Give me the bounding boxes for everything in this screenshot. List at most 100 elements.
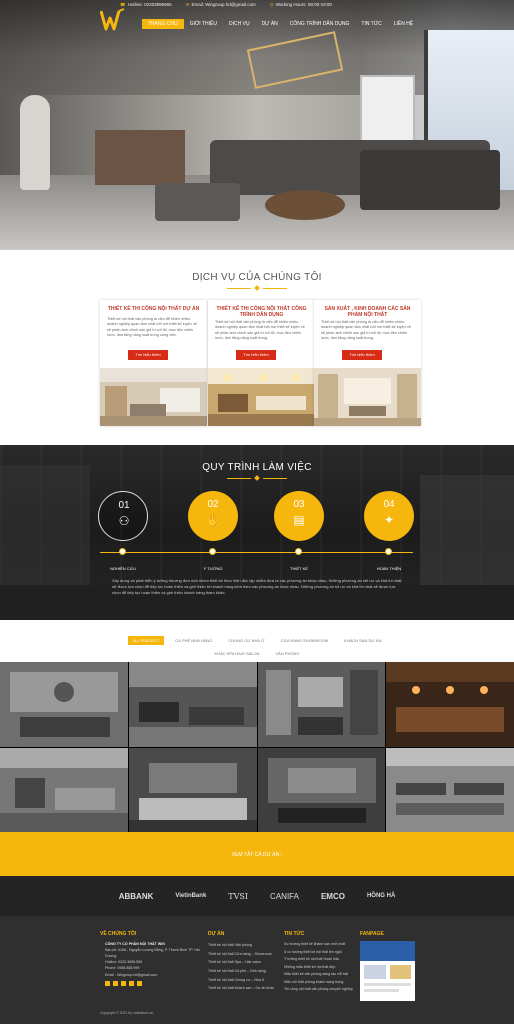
tab-shop-showroom[interactable]: CỬA HÀNG SHOWROOM: [276, 636, 333, 645]
footer-news-link[interactable]: Thi công nội thất văn phòng chuyên nghiệ…: [284, 986, 354, 994]
instagram-icon[interactable]: [129, 980, 134, 986]
partner-logo: TVSI: [228, 891, 249, 901]
project-thumbnail[interactable]: [0, 748, 128, 833]
mail-icon[interactable]: [137, 980, 142, 986]
fanpage-widget[interactable]: [360, 941, 415, 1001]
partner-logo: ABBANK: [118, 891, 154, 901]
footer-news-link[interactable]: Ý tưởng thiết kế nội thất Hoàn hảo: [284, 956, 354, 964]
project-thumbnail[interactable]: [386, 662, 514, 747]
nav-item-projects[interactable]: DỰ ÁN: [256, 19, 284, 29]
view-all-banner: XEM TẤT CẢ DỰ ÁN ›: [0, 832, 514, 876]
footer-news: Xu hướng thiết kế khách sạn mới nhất 5 x…: [284, 941, 354, 994]
footer-news-link[interactable]: 5 xu hướng thiết kế nội thất lên ngôi: [284, 949, 354, 957]
partner-logo: HỒNG HÀ: [366, 893, 396, 899]
idea-icon: ✋: [205, 513, 221, 527]
company-email: Email : Wingroup.hd@gmail.com: [105, 972, 158, 977]
timeline-dot: [119, 548, 126, 555]
process-description: Xây dựng và phát triển ý tưởng thương đơ…: [112, 578, 402, 595]
footer-news-link[interactable]: Những mẫu thiết kế nội thất đẹp: [284, 964, 354, 972]
nav-item-civil-works[interactable]: CÔNG TRÌNH DÂN DỤNG: [284, 19, 356, 29]
nav-item-services[interactable]: DỊCH VỤ: [223, 19, 256, 29]
footer-news-link[interactable]: Mẫu thiết kế văn phòng sáng tạo nổi bật: [284, 971, 354, 979]
hotline-info: ☎ Hotline: 02203896965: [120, 2, 172, 7]
nav-item-news[interactable]: TIN TỨC: [355, 19, 387, 29]
process-title: QUY TRÌNH LÀM VIỆC: [202, 462, 312, 473]
process-divider: [227, 475, 287, 481]
copyright-text: Copyright © 2021 by noithatwin.vn: [100, 1011, 154, 1015]
footer-project-link[interactable]: Thiết kế nội thất Spa – Hair salon: [208, 958, 278, 967]
site-logo[interactable]: [99, 8, 126, 32]
facebook-icon[interactable]: [105, 980, 110, 986]
learn-more-button[interactable]: Tìm hiểu thêm: [128, 350, 168, 360]
tab-office[interactable]: VĂN PHÒNG: [271, 649, 305, 658]
step-label: NGHIÊN CỨU: [110, 566, 136, 571]
mail-icon: ✉: [185, 2, 190, 7]
process-step-1: 01 ⚇: [98, 491, 148, 541]
team-icon: ⚇: [118, 514, 130, 528]
hours-info: ◷ Working Hours: 08:00-19:00: [269, 2, 332, 7]
service-image: [100, 368, 207, 426]
project-thumbnail[interactable]: [0, 662, 128, 747]
footer-projects: Thiết kế nội thất Văn phòng Thiết kế nội…: [208, 941, 278, 993]
timeline-dot: [385, 548, 392, 555]
tab-cafe-restaurant[interactable]: CÀ PHÊ NHÀ HÀNG: [170, 636, 217, 645]
service-card-civil: THIẾT KẾ THI CÔNG NỘI THẤT CÔNG TRÌNH DÂ…: [208, 300, 315, 426]
project-thumbnail[interactable]: [128, 662, 257, 747]
hero-wall-art: [360, 75, 415, 150]
learn-more-button[interactable]: Tìm hiểu thêm: [342, 350, 382, 360]
project-filter-tabs: ALL PROJECT CÀ PHÊ NHÀ HÀNG CHUNG CƯ NHÀ…: [0, 636, 514, 662]
footer-about-title: VỀ CHÚNG TÔI: [100, 931, 137, 937]
service-title: THIẾT KẾ THI CÔNG NỘI THẤT CÔNG TRÌNH DÂ…: [216, 306, 307, 319]
project-thumbnail[interactable]: [257, 748, 386, 833]
service-title: SẢN XUẤT , KINH DOANH CÁC SẢN PHẨM NỘI T…: [324, 306, 411, 319]
top-info-bar: ☎ Hotline: 02203896965 ✉ Email: Wingroup.h…: [0, 0, 514, 10]
learn-more-button[interactable]: Tìm hiểu thêm: [236, 350, 276, 360]
twitter-icon[interactable]: [121, 980, 126, 986]
youtube-icon[interactable]: [113, 980, 118, 986]
footer-project-link[interactable]: Thiết kế nội thất Cửa hàng – Showroom: [208, 950, 278, 959]
tab-hotel-project[interactable]: KHÁCH SẠN DỰ ÁN: [339, 636, 386, 645]
hero-coffee-table: [265, 190, 345, 220]
step-number: 04: [383, 499, 395, 510]
chevron-right-icon: ›: [280, 852, 283, 858]
service-image: [208, 368, 315, 426]
footer-fanpage-title: FANPAGE: [360, 931, 384, 937]
project-thumbnail[interactable]: [257, 662, 386, 747]
footer-projects-title: DỰ ÁN: [208, 931, 225, 937]
service-image: [314, 368, 421, 426]
project-thumbnail[interactable]: [386, 748, 514, 833]
tab-spa-hair-salon[interactable]: KHÁC SPA HAIR SALON: [209, 649, 264, 658]
clock-icon: ◷: [269, 2, 274, 7]
footer-project-link[interactable]: Thiết kế nội thất Cà phê – Nhà hàng: [208, 967, 278, 976]
tab-apartment-house[interactable]: CHUNG CƯ NHÀ Ở: [223, 636, 269, 645]
footer-project-link[interactable]: Thiết kế nội thất Chung cư – Nhà ở: [208, 976, 278, 985]
process-step-4: 04 ✦: [364, 491, 414, 541]
social-links: [105, 980, 200, 986]
phone-icon: ☎: [120, 2, 126, 7]
company-address: Địa chỉ: 418A , Nguyễn Lương Bằng, P. Th…: [105, 948, 200, 959]
service-desc: Thiết kế nội thất văn phòng là việc để k…: [215, 320, 305, 340]
step-number: 01: [118, 500, 130, 511]
main-nav: TRANG CHỦ GIỚI THIỆU DỊCH VỤ DỰ ÁN CÔNG …: [142, 19, 419, 29]
footer-project-link[interactable]: Thiết kế nội thất Khách sạn – Dự án khác: [208, 984, 278, 993]
hero-statue: [20, 95, 50, 190]
process-timeline: [100, 552, 413, 553]
footer-news-link[interactable]: Xu hướng thiết kế khách sạn mới nhất: [284, 941, 354, 949]
nav-item-home[interactable]: TRANG CHỦ: [142, 19, 184, 29]
partner-logo: EMCO: [320, 891, 345, 901]
view-all-projects-link[interactable]: XEM TẤT CẢ DỰ ÁN ›: [0, 852, 514, 858]
project-gallery: [0, 662, 514, 833]
hero-ottoman: [155, 183, 240, 221]
tab-all-project[interactable]: ALL PROJECT: [127, 636, 165, 645]
logo-mark: [99, 8, 125, 31]
process-step-2: 02 ✋: [188, 491, 238, 541]
footer-news-link[interactable]: Mẫu nội thất phòng khách sang trọng: [284, 979, 354, 987]
nav-item-contact[interactable]: LIÊN HỆ: [388, 19, 419, 29]
footer-project-link[interactable]: Thiết kế nội thất Văn phòng: [208, 941, 278, 950]
nav-item-about[interactable]: GIỚI THIỆU: [184, 19, 223, 29]
partner-logo: VietinBank: [175, 893, 207, 899]
service-desc: Thiết kế nội thất văn phòng là việc để k…: [321, 320, 411, 340]
email-info: ✉ Email: Wingroup.hd@gmail.com: [185, 2, 256, 7]
project-thumbnail[interactable]: [128, 748, 257, 833]
process-step-3: 03 ▤: [274, 491, 324, 541]
